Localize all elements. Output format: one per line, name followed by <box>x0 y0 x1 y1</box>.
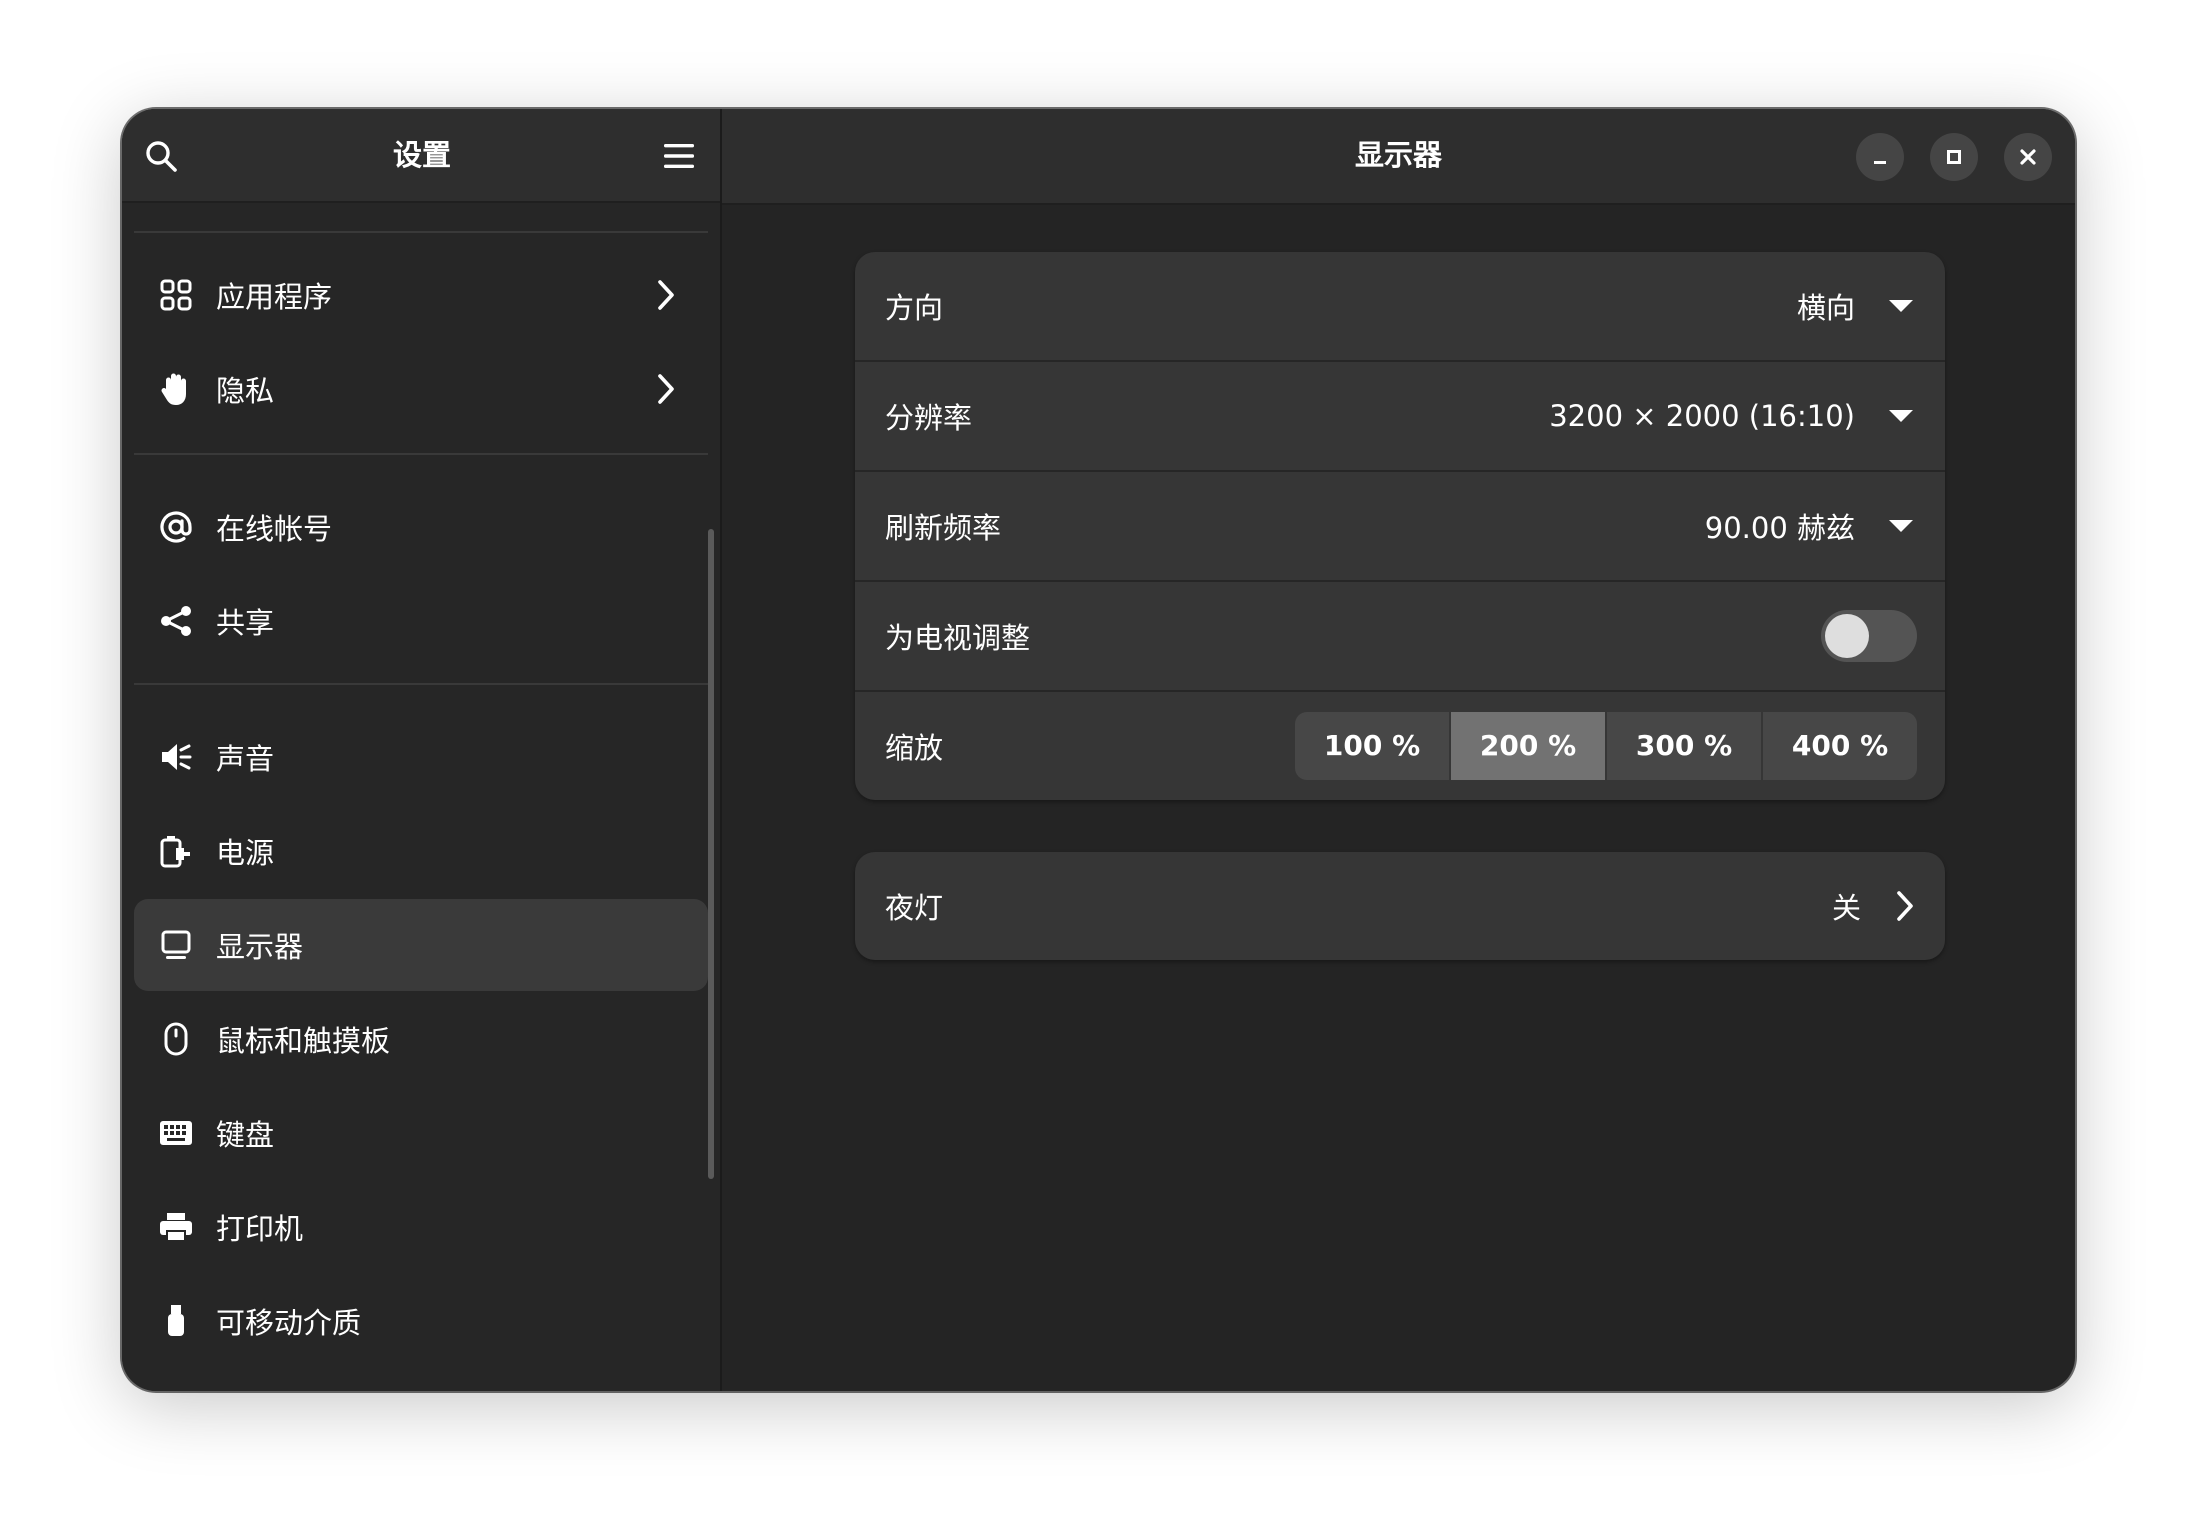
mouse-icon <box>154 1017 198 1061</box>
sidebar-item-privacy[interactable]: 隐私 <box>134 343 708 435</box>
display-settings-card: 方向 横向 分辨率 3200 × 2000 (16:10) 刷新频率 90.00… <box>855 252 1945 800</box>
sidebar-item-label: 声音 <box>216 742 275 776</box>
sidebar-item-label: 可移动介质 <box>216 1306 362 1340</box>
orientation-value: 横向 <box>1796 291 1855 325</box>
at-sign-icon <box>154 505 198 549</box>
settings-window: 设置 应用程序 隐私 在线帐号 共享 声音 电源 显示器 鼠标和触摸板 键盘 打… <box>122 109 2075 1391</box>
apps-grid-icon <box>154 273 198 317</box>
hamburger-menu-icon[interactable] <box>654 131 704 181</box>
monitor-icon <box>154 923 198 967</box>
scale-row: 缩放 100 % 200 % 300 % 400 % <box>855 692 1945 800</box>
sidebar-item-apps[interactable]: 应用程序 <box>134 249 708 341</box>
speaker-icon <box>154 735 198 779</box>
sidebar-item-sharing[interactable]: 共享 <box>134 575 708 667</box>
sidebar-item-printers[interactable]: 打印机 <box>134 1181 708 1273</box>
orientation-label: 方向 <box>885 291 944 325</box>
search-icon[interactable] <box>136 131 186 181</box>
sidebar: 设置 应用程序 隐私 在线帐号 共享 声音 电源 显示器 鼠标和触摸板 键盘 打… <box>122 109 722 1391</box>
night-light-row[interactable]: 夜灯 关 <box>855 852 1945 960</box>
close-icon[interactable] <box>2004 133 2052 181</box>
tv-adjust-row: 为电视调整 <box>855 582 1945 692</box>
dropdown-arrow-icon <box>1889 410 1913 422</box>
share-icon <box>154 599 198 643</box>
sidebar-item-sound[interactable]: 声音 <box>134 711 708 803</box>
tv-adjust-toggle[interactable] <box>1821 610 1917 662</box>
minimize-icon[interactable] <box>1856 133 1904 181</box>
power-plug-icon <box>154 829 198 873</box>
chevron-right-icon <box>656 373 676 405</box>
usb-drive-icon <box>154 1299 198 1343</box>
sidebar-item-mouse[interactable]: 鼠标和触摸板 <box>134 993 708 1085</box>
sidebar-list: 应用程序 隐私 在线帐号 共享 声音 电源 显示器 鼠标和触摸板 键盘 打印机 … <box>134 205 708 1391</box>
sidebar-item-label: 键盘 <box>216 1118 275 1152</box>
sidebar-item-label: 应用程序 <box>216 280 333 314</box>
hand-icon <box>154 367 198 411</box>
sidebar-item-label: 显示器 <box>216 930 304 964</box>
sidebar-item-label: 隐私 <box>216 374 275 408</box>
sidebar-item-power[interactable]: 电源 <box>134 805 708 897</box>
scale-option-200[interactable]: 200 % <box>1451 712 1607 780</box>
resolution-label: 分辨率 <box>885 401 973 435</box>
resolution-row[interactable]: 分辨率 3200 × 2000 (16:10) <box>855 362 1945 472</box>
sidebar-headerbar: 设置 <box>122 109 720 203</box>
scale-label: 缩放 <box>885 731 944 765</box>
scale-selector: 100 % 200 % 300 % 400 % <box>1295 712 1917 780</box>
scale-option-100[interactable]: 100 % <box>1295 712 1451 780</box>
dropdown-arrow-icon <box>1889 520 1913 532</box>
keyboard-icon <box>154 1111 198 1155</box>
content-headerbar: 显示器 <box>722 109 2075 205</box>
tv-adjust-label: 为电视调整 <box>885 621 1031 655</box>
sidebar-item-removable-media[interactable]: 可移动介质 <box>134 1275 708 1367</box>
resolution-value: 3200 × 2000 (16:10) <box>1549 399 1855 433</box>
night-light-label: 夜灯 <box>885 891 944 925</box>
refresh-rate-row[interactable]: 刷新频率 90.00 赫兹 <box>855 472 1945 582</box>
chevron-right-icon <box>656 279 676 311</box>
sidebar-item-online-accounts[interactable]: 在线帐号 <box>134 481 708 573</box>
toggle-knob <box>1825 614 1869 658</box>
sidebar-item-label: 共享 <box>216 606 275 640</box>
scale-option-300[interactable]: 300 % <box>1607 712 1763 780</box>
sidebar-item-keyboard[interactable]: 键盘 <box>134 1087 708 1179</box>
sidebar-item-displays[interactable]: 显示器 <box>134 899 708 991</box>
sidebar-item-label: 在线帐号 <box>216 512 333 546</box>
sidebar-item-label: 鼠标和触摸板 <box>216 1024 391 1058</box>
scale-option-400[interactable]: 400 % <box>1763 712 1917 780</box>
sidebar-item-color[interactable]: 色彩 <box>134 1369 708 1391</box>
orientation-row[interactable]: 方向 横向 <box>855 252 1945 362</box>
night-light-card: 夜灯 关 <box>855 852 1945 960</box>
sidebar-item-label: 打印机 <box>216 1212 304 1246</box>
sidebar-scrollbar[interactable] <box>708 529 714 1179</box>
sidebar-item-label: 电源 <box>216 836 275 870</box>
refresh-rate-value: 90.00 赫兹 <box>1704 511 1855 545</box>
refresh-rate-label: 刷新频率 <box>885 511 1002 545</box>
dropdown-arrow-icon <box>1889 300 1913 312</box>
chevron-right-icon <box>1895 890 1915 922</box>
printer-icon <box>154 1205 198 1249</box>
sidebar-title: 设置 <box>392 138 451 172</box>
night-light-value: 关 <box>1831 891 1861 925</box>
maximize-icon[interactable] <box>1930 133 1978 181</box>
